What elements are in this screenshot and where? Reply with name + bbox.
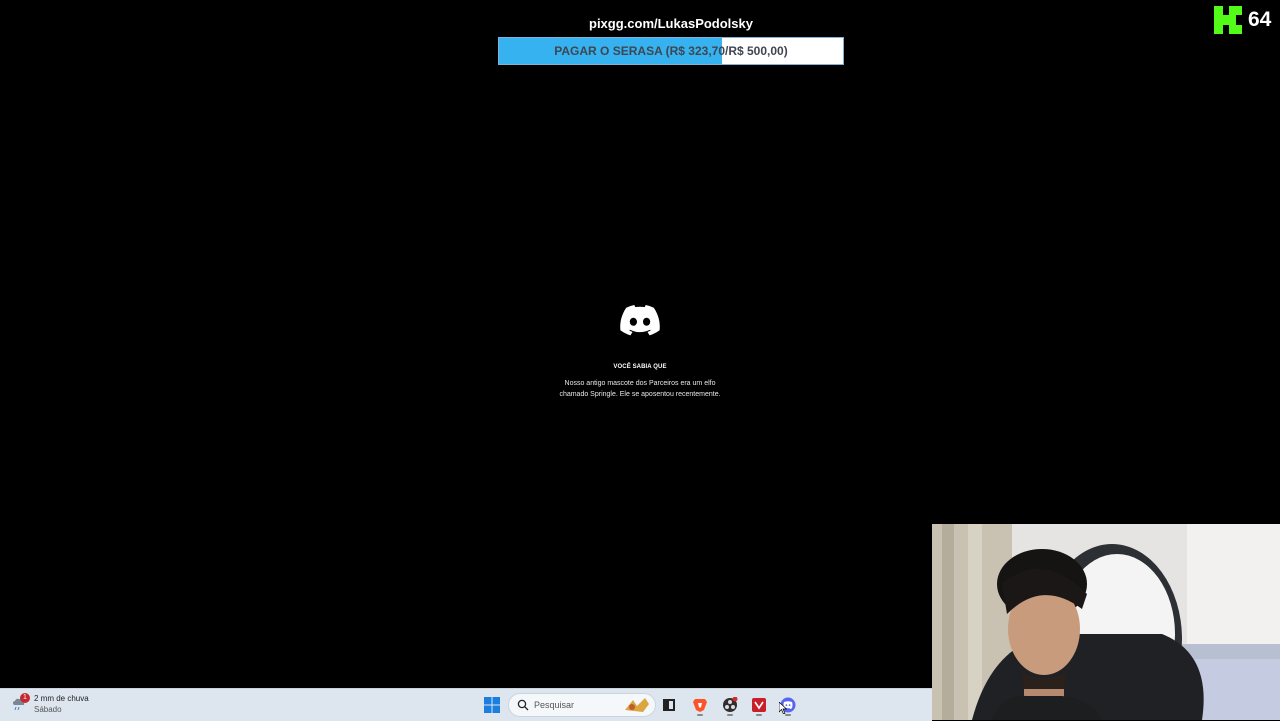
viewer-count: 64 [1248,8,1272,31]
windows-start-icon [484,697,500,713]
obs-icon [723,697,738,712]
brave-browser-button[interactable] [688,693,712,717]
active-indicator [785,714,791,716]
kick-viewer-badge: 64 [1214,6,1271,34]
donation-goal-text: PAGAR O SERASA (R$ 323,70/R$ 500,00) [554,44,788,58]
search-icon [517,699,529,711]
windows-start-button[interactable] [480,693,504,717]
obs-button[interactable] [718,693,742,717]
taskbar-search-box[interactable]: Pesquisar [508,693,656,717]
active-indicator [727,714,733,716]
search-highlight-icon [625,698,649,712]
discord-icon [620,305,660,336]
weather-day: Sábado [34,705,62,714]
weather-summary: 2 mm de chuva [34,694,89,703]
app-red-icon [752,698,766,712]
active-indicator [756,714,762,716]
active-indicator [697,714,703,716]
red-app-button[interactable] [747,693,771,717]
weather-alert-badge: 1 [20,693,30,703]
tip-heading: VOCÊ SABIA QUE [613,364,667,370]
brave-browser-icon [693,699,707,712]
search-placeholder: Pesquisar [534,700,575,710]
donation-url: pixgg.com/LukasPodolsky [589,16,753,31]
task-view-icon [663,699,675,711]
task-view-button[interactable] [657,693,681,717]
windows-taskbar: 1 2 mm de chuva Sábado Pesquisar [0,688,932,721]
streamer-webcam [932,524,1280,720]
kick-logo-icon [1214,6,1242,34]
donation-goal-bar: PAGAR O SERASA (R$ 323,70/R$ 500,00) [498,37,844,65]
mouse-cursor-icon [779,702,787,714]
tip-body: Nosso antigo mascote dos Parceiros era u… [559,380,721,398]
